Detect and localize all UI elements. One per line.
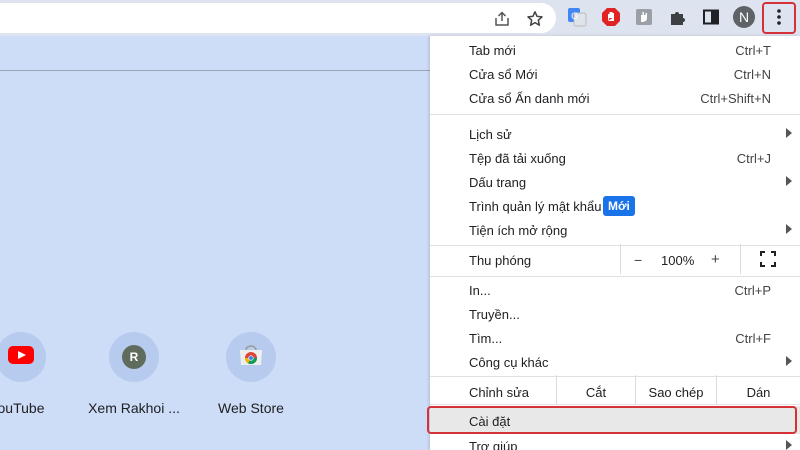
menu-item-shortcut: Ctrl+N: [733, 67, 771, 82]
menu-item-label: Lịch sử: [469, 127, 512, 142]
zoom-out-button[interactable]: −: [634, 252, 642, 268]
extensions-puzzle-icon[interactable]: [668, 7, 688, 27]
new-tab-page: ouTube R Xem Rakhoi ... Web Store: [0, 36, 430, 450]
chrome-main-menu: Tab mới Ctrl+T Cửa sổ Mới Ctrl+N Cửa sổ …: [430, 36, 800, 450]
submenu-arrow-icon: [786, 176, 792, 186]
bookmark-star-icon[interactable]: [526, 10, 544, 28]
submenu-arrow-icon: [786, 128, 792, 138]
submenu-arrow-icon: [786, 440, 792, 450]
address-bar[interactable]: [0, 3, 556, 33]
menu-item-label: In...: [469, 283, 491, 298]
menu-item-downloads[interactable]: Tệp đã tải xuống Ctrl+J: [430, 146, 800, 170]
shortcut-title: Web Store: [218, 400, 284, 416]
menu-item-label: Dấu trang: [469, 175, 527, 190]
menu-item-password-manager[interactable]: Trình quản lý mật khẩu Mới: [430, 194, 800, 218]
menu-item-cast[interactable]: Truyền...: [430, 302, 800, 326]
menu-item-shortcut: Ctrl+J: [736, 151, 771, 166]
copy-button[interactable]: Sao chép: [636, 380, 716, 404]
menu-item-label: Công cụ khác: [469, 355, 549, 370]
shortcut-title: Xem Rakhoi ...: [88, 400, 180, 416]
google-translate-extension-icon[interactable]: G: [567, 7, 587, 27]
share-icon[interactable]: [493, 10, 511, 28]
zoom-divider: [620, 244, 621, 274]
zoom-level: 100%: [661, 253, 695, 268]
adblock-extension-icon[interactable]: [601, 7, 621, 27]
menu-item-label: Truyền...: [469, 307, 520, 322]
cut-button[interactable]: Cắt: [557, 380, 635, 404]
shortcut-icon-circle: [226, 332, 276, 382]
shortcut-tile-youtube[interactable]: ouTube: [0, 332, 76, 416]
menu-item-shortcut: Ctrl+P: [734, 283, 771, 298]
menu-separator: [430, 114, 800, 115]
menu-item-label: Tìm...: [469, 331, 503, 346]
paste-button[interactable]: Dán: [717, 380, 800, 404]
profile-avatar[interactable]: N: [733, 6, 755, 28]
menu-item-label: Trình quản lý mật khẩu: [469, 199, 602, 214]
menu-item-label: Cửa sổ Mới: [469, 67, 538, 82]
menu-item-incognito-window[interactable]: Cửa sổ Ẩn danh mới Ctrl+Shift+N: [430, 86, 800, 110]
zoom-label: Thu phóng: [469, 253, 532, 268]
youtube-icon: [8, 345, 34, 369]
svg-text:G: G: [571, 12, 578, 22]
menu-item-history[interactable]: Lịch sử: [430, 122, 800, 146]
highlight-settings-item: [427, 406, 797, 434]
shortcut-icon-circle: [0, 332, 46, 382]
submenu-arrow-icon: [786, 356, 792, 366]
menu-item-label: Tiện ích mở rộng: [469, 223, 568, 238]
browser-toolbar: G N: [0, 0, 800, 36]
shortcut-tile-web-store[interactable]: Web Store: [196, 332, 306, 416]
menu-item-new-window[interactable]: Cửa sổ Mới Ctrl+N: [430, 62, 800, 86]
menu-item-help[interactable]: Trợ giúp: [430, 434, 800, 450]
submenu-arrow-icon: [786, 224, 792, 234]
menu-row-edit: Chỉnh sửa Cắt Sao chép Dán: [430, 375, 800, 405]
highlight-menu-button: [762, 2, 796, 34]
shortcut-title: ouTube: [0, 400, 45, 416]
menu-item-find[interactable]: Tìm... Ctrl+F: [430, 326, 800, 350]
menu-item-label: Tệp đã tải xuống: [469, 151, 566, 166]
menu-item-shortcut: Ctrl+Shift+N: [700, 91, 771, 106]
menu-item-extensions[interactable]: Tiện ích mở rộng: [430, 218, 800, 242]
side-panel-icon[interactable]: [701, 7, 721, 27]
shortcut-tile-rakhoi[interactable]: R Xem Rakhoi ...: [79, 332, 189, 416]
menu-separator: [430, 245, 800, 246]
menu-separator: [430, 276, 800, 277]
edit-label: Chỉnh sửa: [469, 385, 530, 400]
menu-row-zoom: Thu phóng − 100% +: [430, 244, 800, 274]
letter-avatar-icon: R: [122, 345, 146, 369]
divider: [0, 70, 430, 71]
hand-extension-icon[interactable]: [634, 7, 654, 27]
menu-item-print[interactable]: In... Ctrl+P: [430, 278, 800, 302]
menu-item-shortcut: Ctrl+F: [735, 331, 771, 346]
menu-item-label: Cửa sổ Ẩn danh mới: [469, 91, 590, 106]
menu-item-new-tab[interactable]: Tab mới Ctrl+T: [430, 38, 800, 62]
menu-item-label: Tab mới: [469, 43, 516, 58]
shortcut-icon-circle: R: [109, 332, 159, 382]
menu-item-shortcut: Ctrl+T: [735, 43, 771, 58]
menu-separator: [430, 404, 800, 405]
menu-item-bookmarks[interactable]: Dấu trang: [430, 170, 800, 194]
zoom-in-button[interactable]: +: [711, 251, 720, 268]
menu-item-more-tools[interactable]: Công cụ khác: [430, 350, 800, 374]
menu-item-label: Trợ giúp: [469, 439, 518, 450]
menu-separator: [430, 376, 800, 377]
chrome-web-store-icon: [239, 344, 263, 371]
fullscreen-icon[interactable]: [760, 251, 776, 270]
new-badge: Mới: [603, 196, 635, 216]
zoom-divider: [740, 244, 741, 274]
